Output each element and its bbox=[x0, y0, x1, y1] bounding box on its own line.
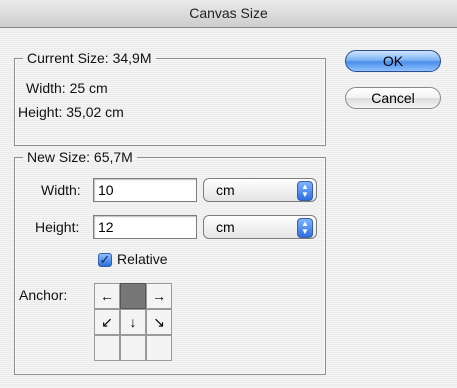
anchor-middle-left[interactable]: ↙ bbox=[94, 309, 120, 335]
checkmark-icon: ✓ bbox=[99, 252, 111, 267]
relative-label[interactable]: Relative bbox=[117, 251, 168, 267]
anchor-bottom-right[interactable] bbox=[146, 335, 172, 361]
height-input[interactable] bbox=[93, 215, 197, 239]
anchor-top-right[interactable]: → bbox=[146, 283, 172, 309]
cancel-button[interactable]: Cancel bbox=[345, 87, 441, 109]
new-size-group: New Size: 65,7M Width: cm ▲▼ Height: cm … bbox=[14, 149, 326, 375]
anchor-middle-right[interactable]: ↘ bbox=[146, 309, 172, 335]
current-height-text: Height: 35,02 cm bbox=[18, 104, 124, 120]
anchor-middle-center[interactable]: ↓ bbox=[120, 309, 146, 335]
current-size-legend: Current Size: 34,9M bbox=[27, 50, 152, 66]
anchor-top-center[interactable] bbox=[120, 283, 146, 309]
width-unit-value: cm bbox=[216, 182, 235, 198]
new-size-legend: New Size: 65,7M bbox=[27, 149, 133, 165]
ok-button[interactable]: OK bbox=[345, 50, 441, 72]
height-label: Height: bbox=[35, 219, 80, 235]
anchor-label: Anchor: bbox=[19, 287, 68, 303]
canvas-size-dialog: Canvas Size Current Size: 34,9M Width: 2… bbox=[0, 0, 457, 388]
current-size-group: Current Size: 34,9M Width: 25 cm Height:… bbox=[14, 50, 326, 146]
width-label: Width: bbox=[41, 182, 81, 198]
current-width-text: Width: 25 cm bbox=[26, 80, 108, 96]
height-unit-value: cm bbox=[216, 219, 235, 235]
anchor-bottom-center[interactable] bbox=[120, 335, 146, 361]
width-unit-select[interactable]: cm ▲ ▼ bbox=[203, 178, 317, 202]
window-title: Canvas Size bbox=[0, 0, 457, 28]
popup-arrows-icon: ▲ ▼ bbox=[297, 181, 313, 201]
width-input[interactable] bbox=[93, 178, 197, 202]
height-unit-select[interactable]: cm ▲ ▼ bbox=[203, 215, 317, 239]
popup-arrows-icon: ▲ ▼ bbox=[297, 218, 313, 238]
anchor-grid: ← → ↙ ↓ ↘ bbox=[94, 283, 172, 361]
relative-checkbox[interactable]: ✓ bbox=[98, 253, 112, 267]
anchor-bottom-left[interactable] bbox=[94, 335, 120, 361]
anchor-top-left[interactable]: ← bbox=[94, 283, 120, 309]
